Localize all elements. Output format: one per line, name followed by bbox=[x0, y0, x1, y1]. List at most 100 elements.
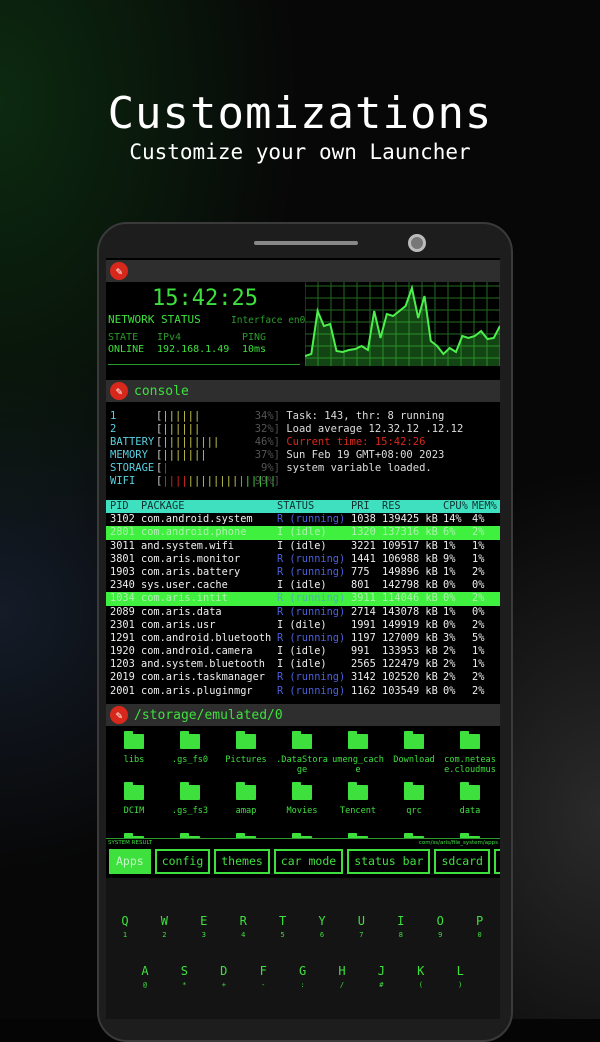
cell-pid: 2801 bbox=[110, 526, 135, 539]
key-h[interactable]: H / bbox=[327, 964, 357, 989]
table-row[interactable]: 1203 and.system.bluetooth I (idle) 2565 1224… bbox=[106, 658, 500, 671]
wrench-icon[interactable]: ✎ bbox=[110, 706, 128, 724]
cell-status: I (idle) bbox=[277, 526, 327, 539]
cell-pid: 1291 bbox=[110, 631, 135, 644]
cell-mem: 1% bbox=[472, 539, 485, 552]
key-y[interactable]: Y6 bbox=[307, 914, 337, 939]
folder-name: .gs_fs3 bbox=[171, 806, 209, 816]
meter-label: BATTERY bbox=[110, 436, 155, 448]
key-symbol: 8 bbox=[398, 931, 403, 939]
console-message: system variable loaded. bbox=[280, 462, 432, 474]
quick-button-statusbar[interactable]: status bar bbox=[347, 849, 431, 874]
folder-name: DCIM bbox=[123, 806, 145, 816]
key-symbol: 3 bbox=[201, 931, 206, 939]
cell-package: com.android.phone bbox=[141, 526, 247, 539]
cell-cpu: 9% bbox=[443, 552, 456, 565]
folder-item[interactable]: Pictures bbox=[218, 731, 274, 765]
cell-pri: 1991 bbox=[351, 618, 376, 631]
cell-pid: 2340 bbox=[110, 579, 135, 592]
folder-item[interactable]: .gs_fs3 bbox=[162, 782, 218, 816]
table-row[interactable]: 1291 com.android.bluetooth R (running) 1197… bbox=[106, 632, 500, 645]
ipv4-label: IPv4 bbox=[157, 332, 182, 343]
folder-item[interactable]: com.netease.cloudmus bbox=[442, 731, 498, 775]
key-w[interactable]: W2 bbox=[149, 914, 179, 939]
table-row[interactable]: 3011 and.system.wifi I (idle) 3221 109517 kB… bbox=[106, 540, 500, 553]
folder-icon bbox=[236, 731, 256, 749]
folder-name: com.netease.cloudmus bbox=[444, 755, 496, 775]
folder-item[interactable]: data bbox=[442, 782, 498, 816]
key-o[interactable]: O9 bbox=[425, 914, 455, 939]
table-row[interactable]: 2340 sys.user.cache I (idle) 801 142798 kB 0%… bbox=[106, 579, 500, 592]
meter-label: 1 bbox=[110, 410, 117, 422]
cell-package: and.system.bluetooth bbox=[141, 658, 265, 671]
quick-button-themes[interactable]: themes bbox=[214, 849, 270, 874]
key-a[interactable]: A @ bbox=[130, 964, 160, 989]
key-q[interactable]: Q1 bbox=[110, 914, 140, 939]
quick-button-cam[interactable]: /Cam bbox=[493, 849, 500, 874]
key-symbol: 7 bbox=[359, 931, 364, 939]
key-e[interactable]: E3 bbox=[189, 914, 219, 939]
key-l[interactable]: L) bbox=[445, 964, 475, 989]
table-row[interactable]: 2801 com.android.phone I (idle) 1320 137316 … bbox=[106, 526, 500, 540]
table-row[interactable]: 2301 com.aris.usr I (dile) 1991 149919 kB 0% 2… bbox=[106, 619, 500, 632]
cell-package: com.aris.data bbox=[141, 605, 222, 618]
folder-item[interactable]: Tencent bbox=[330, 782, 386, 816]
quick-button-apps[interactable]: Apps bbox=[109, 849, 151, 874]
key-i[interactable]: I8 bbox=[386, 914, 416, 939]
folder-item[interactable]: DCIM bbox=[106, 782, 162, 816]
table-row[interactable]: 1903 com.aris.battery R (running) 775 149896… bbox=[106, 566, 500, 579]
cell-pri: 3911 bbox=[351, 592, 376, 605]
folder-name: .DataStorage bbox=[276, 755, 328, 775]
key-symbol: 1 bbox=[122, 931, 128, 939]
key-k[interactable]: K( bbox=[406, 964, 436, 989]
cell-mem: 0% bbox=[472, 605, 485, 618]
cell-pid: 3011 bbox=[110, 539, 135, 552]
key-t[interactable]: T5 bbox=[268, 914, 298, 939]
cell-res: 106988 kB bbox=[382, 552, 438, 565]
key-g[interactable]: G: bbox=[288, 964, 318, 989]
table-row[interactable]: 3102 com.android.system R (running) 1038 139… bbox=[106, 513, 500, 526]
table-row[interactable]: 2001 com.aris.pluginmgr R (running) 1162 103… bbox=[106, 685, 500, 698]
meter-bar: [||||||||| 46%] bbox=[156, 436, 280, 448]
folder-item[interactable]: Download bbox=[386, 731, 442, 765]
quick-button-carmode[interactable]: car mode bbox=[273, 849, 344, 874]
table-row[interactable]: 1920 com.android.camera I (idle) 991 133953 … bbox=[106, 645, 500, 658]
folder-item[interactable]: .DataStorage bbox=[274, 731, 330, 775]
console-line: 1 [|||||| 34%] Task: 143, thr: 8 running bbox=[110, 410, 463, 423]
wrench-icon[interactable]: ✎ bbox=[110, 262, 128, 280]
key-symbol: 9 bbox=[438, 931, 443, 939]
folder-item[interactable]: amap bbox=[218, 782, 274, 816]
key-d[interactable]: D + bbox=[209, 964, 239, 989]
key-s[interactable]: S * bbox=[169, 964, 199, 989]
wrench-icon[interactable]: ✎ bbox=[110, 382, 128, 400]
key-u[interactable]: U7 bbox=[346, 914, 376, 939]
folder-item[interactable]: .gs_fs0 bbox=[162, 731, 218, 765]
cell-status: R (running) bbox=[277, 631, 346, 644]
folder-icon bbox=[292, 782, 312, 800]
cell-res: 122479 kB bbox=[382, 658, 438, 671]
key-j[interactable]: J # bbox=[366, 964, 396, 989]
table-row[interactable]: 2089 com.aris.data R (running) 2714 143078 k… bbox=[106, 606, 500, 619]
console-message bbox=[280, 475, 286, 488]
cell-cpu: 1% bbox=[443, 565, 456, 578]
quick-button-config[interactable]: config bbox=[154, 849, 211, 874]
key-r[interactable]: R4 bbox=[228, 914, 258, 939]
table-row[interactable]: 1034 com.aris.intit R (running) 3911 114046 … bbox=[106, 592, 500, 606]
folder-icon bbox=[348, 782, 368, 800]
cell-pid: 1920 bbox=[110, 645, 135, 658]
ip-value: 192.168.1.49 bbox=[157, 344, 230, 355]
cell-pri: 2565 bbox=[351, 658, 376, 671]
cell-res: 109517 kB bbox=[382, 539, 438, 552]
folder-item[interactable]: qrc bbox=[386, 782, 442, 816]
key-p[interactable]: P0 bbox=[465, 914, 495, 939]
folder-item[interactable]: libs bbox=[106, 731, 162, 765]
key-f[interactable]: F- bbox=[248, 964, 278, 989]
table-row[interactable]: 2019 com.aris.taskmanager R (running) 3142 1… bbox=[106, 671, 500, 684]
folder-item[interactable]: Movies bbox=[274, 782, 330, 816]
key-symbol: + bbox=[221, 981, 226, 989]
cell-res: 139425 kB bbox=[382, 513, 438, 526]
quick-button-sdcard[interactable]: sdcard bbox=[434, 849, 490, 874]
folder-item[interactable]: umeng_cache bbox=[330, 731, 386, 775]
table-row[interactable]: 3801 com.aris.monitor R (running) 1441 10698… bbox=[106, 553, 500, 566]
state-label: STATE bbox=[108, 332, 139, 343]
